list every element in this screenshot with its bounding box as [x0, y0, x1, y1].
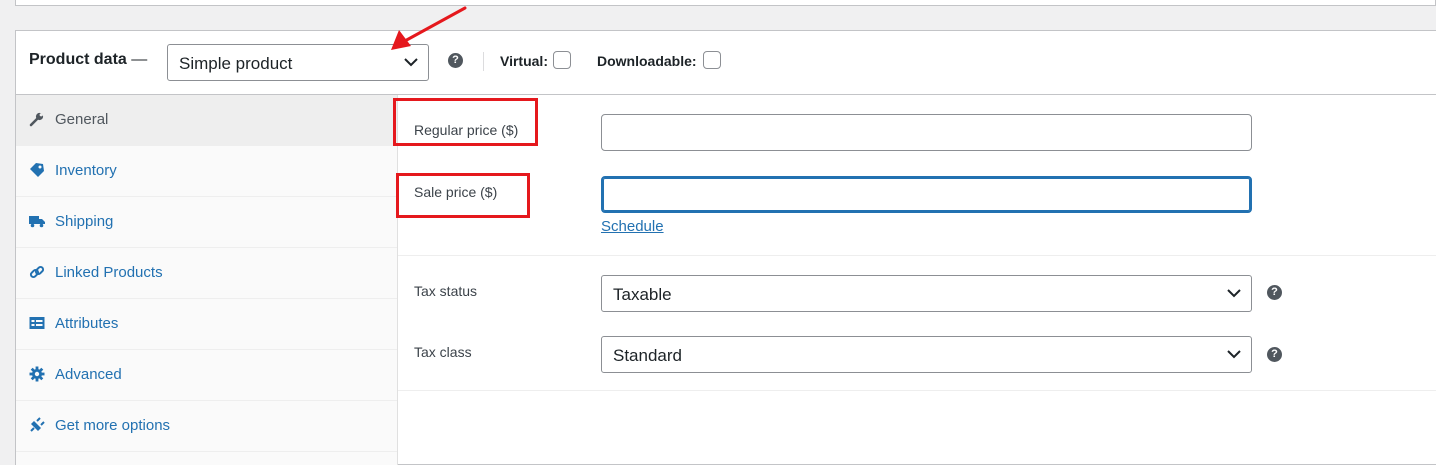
tag-icon: [30, 163, 44, 177]
product-data-title-text: Product data: [29, 51, 127, 68]
product-type-value: Simple product: [179, 54, 293, 73]
previous-meta-box: [15, 0, 1436, 6]
tab-attributes[interactable]: Attributes: [16, 299, 397, 350]
tax-status-label: Tax status: [414, 283, 478, 299]
wrench-icon: [29, 112, 44, 127]
tab-get-more-options[interactable]: Get more options: [16, 401, 397, 452]
tab-shipping-label: Shipping: [55, 213, 114, 230]
tab-inventory[interactable]: Inventory: [16, 146, 397, 197]
downloadable-checkbox[interactable]: [703, 51, 721, 69]
plugin-icon: [30, 417, 45, 432]
header-separator: [483, 52, 484, 71]
title-dash: —: [131, 51, 148, 68]
tab-attributes-label: Attributes: [55, 315, 119, 332]
virtual-checkbox[interactable]: [553, 51, 571, 69]
tab-general-label: General: [55, 111, 109, 128]
tab-get-more-options-label: Get more options: [55, 417, 171, 434]
link-icon: [29, 265, 45, 279]
tax-class-label: Tax class: [414, 344, 472, 360]
tax-status-value: Taxable: [613, 285, 672, 304]
list-card-icon: [29, 317, 45, 329]
chevron-down-icon: [404, 58, 418, 67]
chevron-down-icon: [1227, 289, 1241, 298]
tab-shipping[interactable]: Shipping: [16, 197, 397, 248]
gear-icon: [29, 366, 45, 382]
regular-price-input[interactable]: [601, 114, 1252, 151]
tab-general[interactable]: General: [16, 95, 397, 146]
chevron-down-icon: [1227, 350, 1241, 359]
product-data-tabs: General Inventory Shipping Linked Produc…: [16, 95, 398, 465]
tab-inventory-label: Inventory: [55, 162, 117, 179]
schedule-link[interactable]: Schedule: [601, 218, 664, 235]
sale-price-annotation-box: [396, 173, 530, 218]
tab-advanced-label: Advanced: [55, 366, 122, 383]
product-data-title: Product data —: [29, 51, 147, 69]
virtual-label: Virtual:: [500, 53, 548, 69]
tax-class-select[interactable]: Standard: [601, 336, 1252, 373]
tax-status-help-icon[interactable]: ?: [1267, 285, 1282, 300]
regular-price-annotation-box: [393, 98, 538, 146]
tab-linked-products-label: Linked Products: [55, 264, 163, 281]
downloadable-label: Downloadable:: [597, 53, 697, 69]
product-data-header: Product data — Simple product ? Virtual:…: [16, 31, 1436, 95]
pricing-divider: [398, 255, 1436, 256]
tab-linked-products[interactable]: Linked Products: [16, 248, 397, 299]
tax-class-value: Standard: [613, 346, 682, 365]
tax-status-select[interactable]: Taxable: [601, 275, 1252, 312]
truck-icon: [29, 216, 45, 228]
tax-class-help-icon[interactable]: ?: [1267, 347, 1282, 362]
annotation-arrow-icon: [391, 6, 467, 50]
tax-divider: [398, 390, 1436, 391]
product-data-panel: Product data — Simple product ? Virtual:…: [15, 30, 1436, 465]
sale-price-input[interactable]: [601, 176, 1252, 213]
tab-advanced[interactable]: Advanced: [16, 350, 397, 401]
product-type-help-icon[interactable]: ?: [448, 53, 463, 68]
